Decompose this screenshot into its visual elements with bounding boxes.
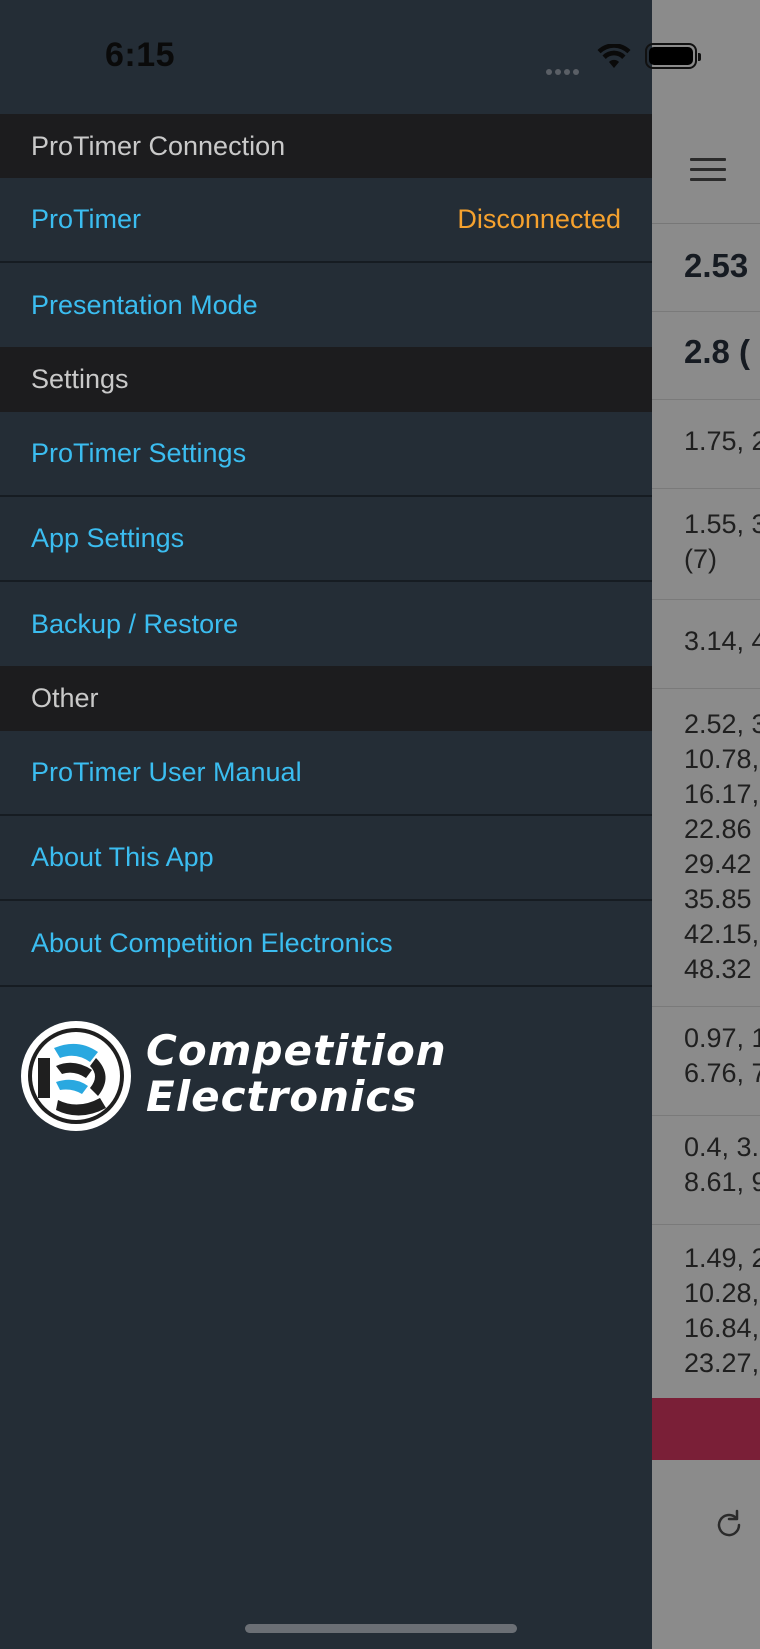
battery-icon xyxy=(645,43,701,69)
status-bar: 6:15 xyxy=(0,0,701,114)
menu-item-presentation-mode[interactable]: Presentation Mode xyxy=(0,263,652,347)
background-row: 1.75, 2 xyxy=(652,400,760,489)
status-time: 6:15 xyxy=(105,36,176,74)
hamburger-menu-icon[interactable] xyxy=(690,158,726,182)
background-row: 0.4, 3. 8.61, 9 xyxy=(652,1116,760,1225)
menu-item-about-competition-electronics[interactable]: About Competition Electronics xyxy=(0,901,652,987)
background-navbar xyxy=(652,114,760,224)
refresh-icon[interactable] xyxy=(712,1508,746,1542)
menu-item-app-settings[interactable]: App Settings xyxy=(0,497,652,582)
background-app: 2.53 2.8 ( 1.75, 2 1.55, 3 (7) 3.14, 4 2… xyxy=(652,0,760,1649)
background-row: 1.55, 3 (7) xyxy=(652,489,760,600)
background-row: 2.53 xyxy=(652,224,760,312)
connection-status: Disconnected xyxy=(457,204,621,234)
menu-item-label: About Competition Electronics xyxy=(31,927,393,958)
menu-item-protimer[interactable]: ProTimer Disconnected xyxy=(0,178,652,263)
logo-wordmark: Competition Electronics xyxy=(146,1028,447,1120)
menu-item-protimer-settings[interactable]: ProTimer Settings xyxy=(0,412,652,497)
menu-item-backup-restore[interactable]: Backup / Restore xyxy=(0,582,652,666)
cellular-signal-icon xyxy=(546,62,584,75)
background-row: 2.8 ( xyxy=(652,312,760,400)
menu-item-label: App Settings xyxy=(31,523,185,553)
section-header-other: Other xyxy=(0,666,652,731)
wifi-icon xyxy=(597,44,631,68)
home-indicator[interactable] xyxy=(245,1624,517,1633)
menu-item-label: Backup / Restore xyxy=(31,608,239,639)
background-row: 0.97, 1 6.76, 7 xyxy=(652,1007,760,1116)
background-accent-bar xyxy=(652,1398,760,1460)
menu-item-label: About This App xyxy=(31,842,214,872)
section-header-settings: Settings xyxy=(0,347,652,412)
side-drawer: 6:15 ProTimer Connection ProTimer Discon… xyxy=(0,0,701,1649)
background-row: 2.52, 3 10.78, 16.17, 22.86 29.42 35.85 … xyxy=(652,689,760,1007)
menu-item-about-app[interactable]: About This App xyxy=(0,816,652,901)
background-row: 3.14, 4 xyxy=(652,600,760,689)
background-row: 1.49, 2 10.28, 16.84, 23.27, xyxy=(684,1243,760,1378)
menu-item-label: ProTimer Settings xyxy=(31,438,247,468)
logo-emblem-icon xyxy=(21,1021,131,1131)
logo-line-2: Electronics xyxy=(146,1072,418,1121)
logo-line-1: Competition xyxy=(146,1026,447,1075)
section-header-connection: ProTimer Connection xyxy=(0,114,652,178)
menu-item-user-manual[interactable]: ProTimer User Manual xyxy=(0,731,652,816)
menu-item-label: ProTimer User Manual xyxy=(31,757,302,787)
menu-item-label: Presentation Mode xyxy=(31,289,258,320)
menu-item-label: ProTimer xyxy=(31,204,142,234)
competition-electronics-logo: Competition Electronics xyxy=(18,1018,518,1134)
